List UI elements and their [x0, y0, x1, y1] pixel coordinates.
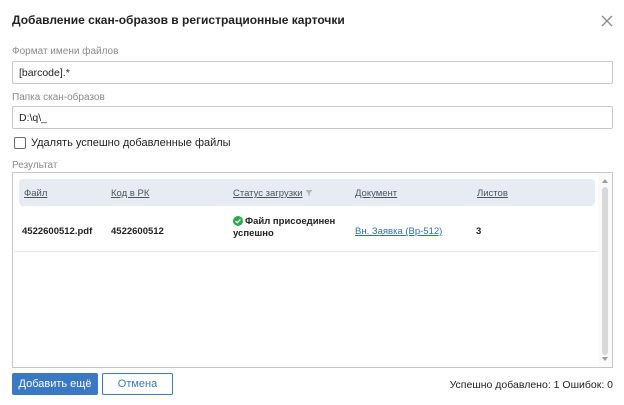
add-scans-dialog: Добавление скан-образов в регистрационны…	[0, 0, 624, 405]
scroll-up-icon[interactable]	[601, 177, 609, 185]
scroll-down-icon[interactable]	[601, 355, 609, 363]
folder-label: Папка скан-образов	[12, 92, 105, 103]
cell-status: Файл присоединен успешно	[233, 216, 343, 240]
close-icon[interactable]	[599, 13, 615, 29]
column-file[interactable]: Файл	[24, 188, 47, 199]
cell-code: 4522600512	[111, 226, 164, 237]
result-label: Результат	[12, 160, 58, 171]
summary-status: Успешно добавлено: 1 Ошибок: 0	[449, 379, 613, 391]
result-table: Файл Код в РК Статус загрузки Документ Л…	[12, 172, 613, 368]
column-status-label[interactable]: Статус загрузки	[233, 188, 303, 199]
column-code[interactable]: Код в РК	[111, 188, 149, 199]
file-format-input[interactable]	[12, 61, 613, 84]
dialog-title: Добавление скан-образов в регистрационны…	[12, 13, 345, 27]
row-divider	[14, 251, 597, 252]
cancel-button[interactable]: Отмена	[102, 373, 173, 395]
column-status[interactable]: Статус загрузки	[233, 188, 313, 199]
column-sheets[interactable]: Листов	[477, 188, 508, 199]
table-header: Файл Код в РК Статус загрузки Документ Л…	[19, 179, 595, 206]
delete-files-option[interactable]: Удалять успешно добавленные файлы	[14, 137, 231, 149]
document-link[interactable]: Вн. Заявка (Вр-512)	[355, 226, 442, 237]
column-document[interactable]: Документ	[355, 188, 397, 199]
delete-files-checkbox[interactable]	[14, 137, 26, 149]
format-label: Формат имени файлов	[12, 46, 119, 57]
cell-file: 4522600512.pdf	[22, 226, 93, 237]
status-text: Файл присоединен успешно	[233, 216, 336, 239]
vertical-scrollbar[interactable]	[598, 173, 612, 367]
cell-sheets: 3	[476, 226, 482, 237]
scan-folder-input[interactable]	[12, 106, 613, 129]
add-more-button[interactable]: Добавить ещё	[12, 373, 98, 395]
delete-files-label: Удалять успешно добавленные файлы	[31, 137, 231, 149]
filter-icon[interactable]	[305, 189, 313, 197]
check-circle-icon	[233, 216, 243, 226]
scrollbar-thumb[interactable]	[602, 187, 608, 355]
